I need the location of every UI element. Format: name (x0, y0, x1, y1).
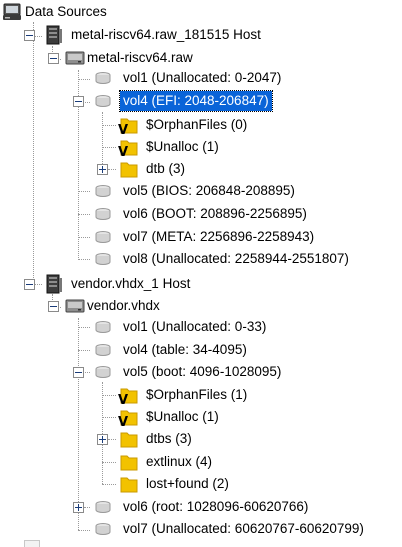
tree-node-label: vol7 (META: 2256896-2258943) (123, 229, 315, 244)
collapse-toggle[interactable] (48, 301, 59, 312)
host-server-icon (43, 25, 65, 45)
data-sources-icon (1, 2, 23, 22)
volume-icon (92, 519, 114, 539)
tree-node-volume[interactable]: vol7 (Unallocated: 60620767-60620799) (0, 518, 402, 540)
tree-node-folder[interactable]: dtb (3) (0, 158, 402, 180)
tree-node-volume[interactable]: vol1 (Unallocated: 0-33) (0, 316, 402, 338)
tree-node-label: $OrphanFiles (0) (146, 117, 248, 132)
volume-icon (92, 362, 114, 382)
tree-node-folder[interactable]: lost+found (2) (0, 473, 402, 495)
tree-node-label: $Unalloc (1) (146, 409, 219, 424)
tree-node-folder[interactable]: V $OrphanFiles (0) (0, 114, 402, 136)
volume-icon (92, 497, 114, 517)
tree-node-label: metal-riscv64.raw (87, 50, 193, 65)
virtual-folder-icon: V (118, 407, 140, 427)
tree-node-folder[interactable]: extlinux (4) (0, 451, 402, 473)
tree-node-host[interactable]: vendor.vhdx_1 Host (0, 273, 402, 295)
tree-node-data-sources[interactable]: Data Sources (0, 1, 402, 23)
disk-image-icon (64, 48, 86, 68)
tree-node-label: Data Sources (25, 4, 107, 19)
folder-icon (118, 452, 140, 472)
tree-node-volume[interactable]: vol4 (table: 34-4095) (0, 339, 402, 361)
folder-icon (118, 474, 140, 494)
collapse-toggle[interactable] (48, 53, 59, 64)
tree-node-label: $OrphanFiles (1) (146, 387, 248, 402)
tree-node-volume[interactable]: vol7 (META: 2256896-2258943) (0, 226, 402, 248)
tree-node-label: vol5 (boot: 4096-1028095) (123, 364, 282, 379)
tree-node-label: dtb (3) (146, 161, 186, 176)
tree-node-label-selected: vol4 (EFI: 2048-206847) (119, 90, 273, 112)
volume-icon (92, 249, 114, 269)
tree-node-label: vendor.vhdx_1 Host (71, 276, 191, 291)
tree-node-folder[interactable]: dtbs (3) (0, 428, 402, 450)
virtual-folder-icon: V (118, 385, 140, 405)
virtual-folder-icon: V (118, 115, 140, 135)
tree-node-label: metal-riscv64.raw_181515 Host (71, 27, 261, 42)
svg-text:V: V (118, 145, 128, 157)
expand-toggle[interactable] (97, 164, 108, 175)
virtual-folder-icon: V (118, 137, 140, 157)
tree-node-label: vol8 (Unallocated: 2258944-2551807) (123, 251, 349, 266)
tree-node-folder[interactable]: V $Unalloc (1) (0, 136, 402, 158)
tree-node-volume[interactable]: vol4 (EFI: 2048-206847) (0, 90, 402, 112)
volume-icon (92, 181, 114, 201)
folder-icon (118, 159, 140, 179)
volume-icon (92, 227, 114, 247)
tree-node-label: extlinux (4) (146, 454, 213, 469)
svg-text:V: V (118, 123, 128, 135)
data-sources-tree: Data Sources metal-riscv64.raw_181515 Ho… (0, 0, 402, 547)
svg-text:V: V (118, 415, 128, 427)
tree-node-label: vol6 (root: 1028096-60620766) (123, 499, 309, 514)
tree-node-folder[interactable]: V $Unalloc (1) (0, 406, 402, 428)
tree-node-volume[interactable]: vol6 (BOOT: 208896-2256895) (0, 203, 402, 225)
tree-node-label: vendor.vhdx (87, 298, 160, 313)
collapse-toggle[interactable] (24, 279, 35, 290)
tree-node-label: lost+found (2) (146, 476, 229, 491)
tree-node-folder[interactable]: V $OrphanFiles (1) (0, 384, 402, 406)
collapse-toggle[interactable] (73, 367, 84, 378)
collapse-toggle[interactable] (73, 96, 84, 107)
tree-node-volume[interactable]: vol5 (boot: 4096-1028095) (0, 361, 402, 383)
tree-node-label: vol6 (BOOT: 208896-2256895) (123, 206, 307, 221)
tree-node-volume[interactable]: vol5 (BIOS: 206848-208895) (0, 180, 402, 202)
collapse-toggle[interactable] (24, 30, 35, 41)
expand-toggle[interactable] (97, 434, 108, 445)
disk-image-icon (64, 296, 86, 316)
expand-toggle[interactable] (73, 502, 84, 513)
tree-node-volume[interactable]: vol8 (Unallocated: 2258944-2551807) (0, 248, 402, 270)
volume-icon (92, 68, 114, 88)
tree-node-label: dtbs (3) (146, 431, 192, 446)
tree-node-label: vol4 (table: 34-4095) (123, 342, 247, 357)
folder-icon (118, 429, 140, 449)
tree-node-label: vol5 (BIOS: 206848-208895) (123, 183, 295, 198)
tree-node-disk-image[interactable]: metal-riscv64.raw (0, 47, 402, 69)
tree-node-host[interactable]: metal-riscv64.raw_181515 Host (0, 24, 402, 46)
tree-node-volume[interactable]: vol1 (Unallocated: 0-2047) (0, 67, 402, 89)
tree-node-disk-image[interactable]: vendor.vhdx (0, 295, 402, 317)
host-server-icon (43, 274, 65, 294)
volume-icon (92, 340, 114, 360)
tree-node-label: $Unalloc (1) (146, 139, 219, 154)
tree-node-label: vol7 (Unallocated: 60620767-60620799) (123, 521, 364, 536)
volume-icon (92, 91, 114, 111)
volume-icon (92, 204, 114, 224)
svg-text:V: V (118, 393, 128, 405)
tree-node-volume[interactable]: vol6 (root: 1028096-60620766) (0, 496, 402, 518)
tree-node-label: vol1 (Unallocated: 0-33) (123, 319, 267, 334)
tree-node-label: vol1 (Unallocated: 0-2047) (123, 70, 282, 85)
volume-icon (92, 317, 114, 337)
